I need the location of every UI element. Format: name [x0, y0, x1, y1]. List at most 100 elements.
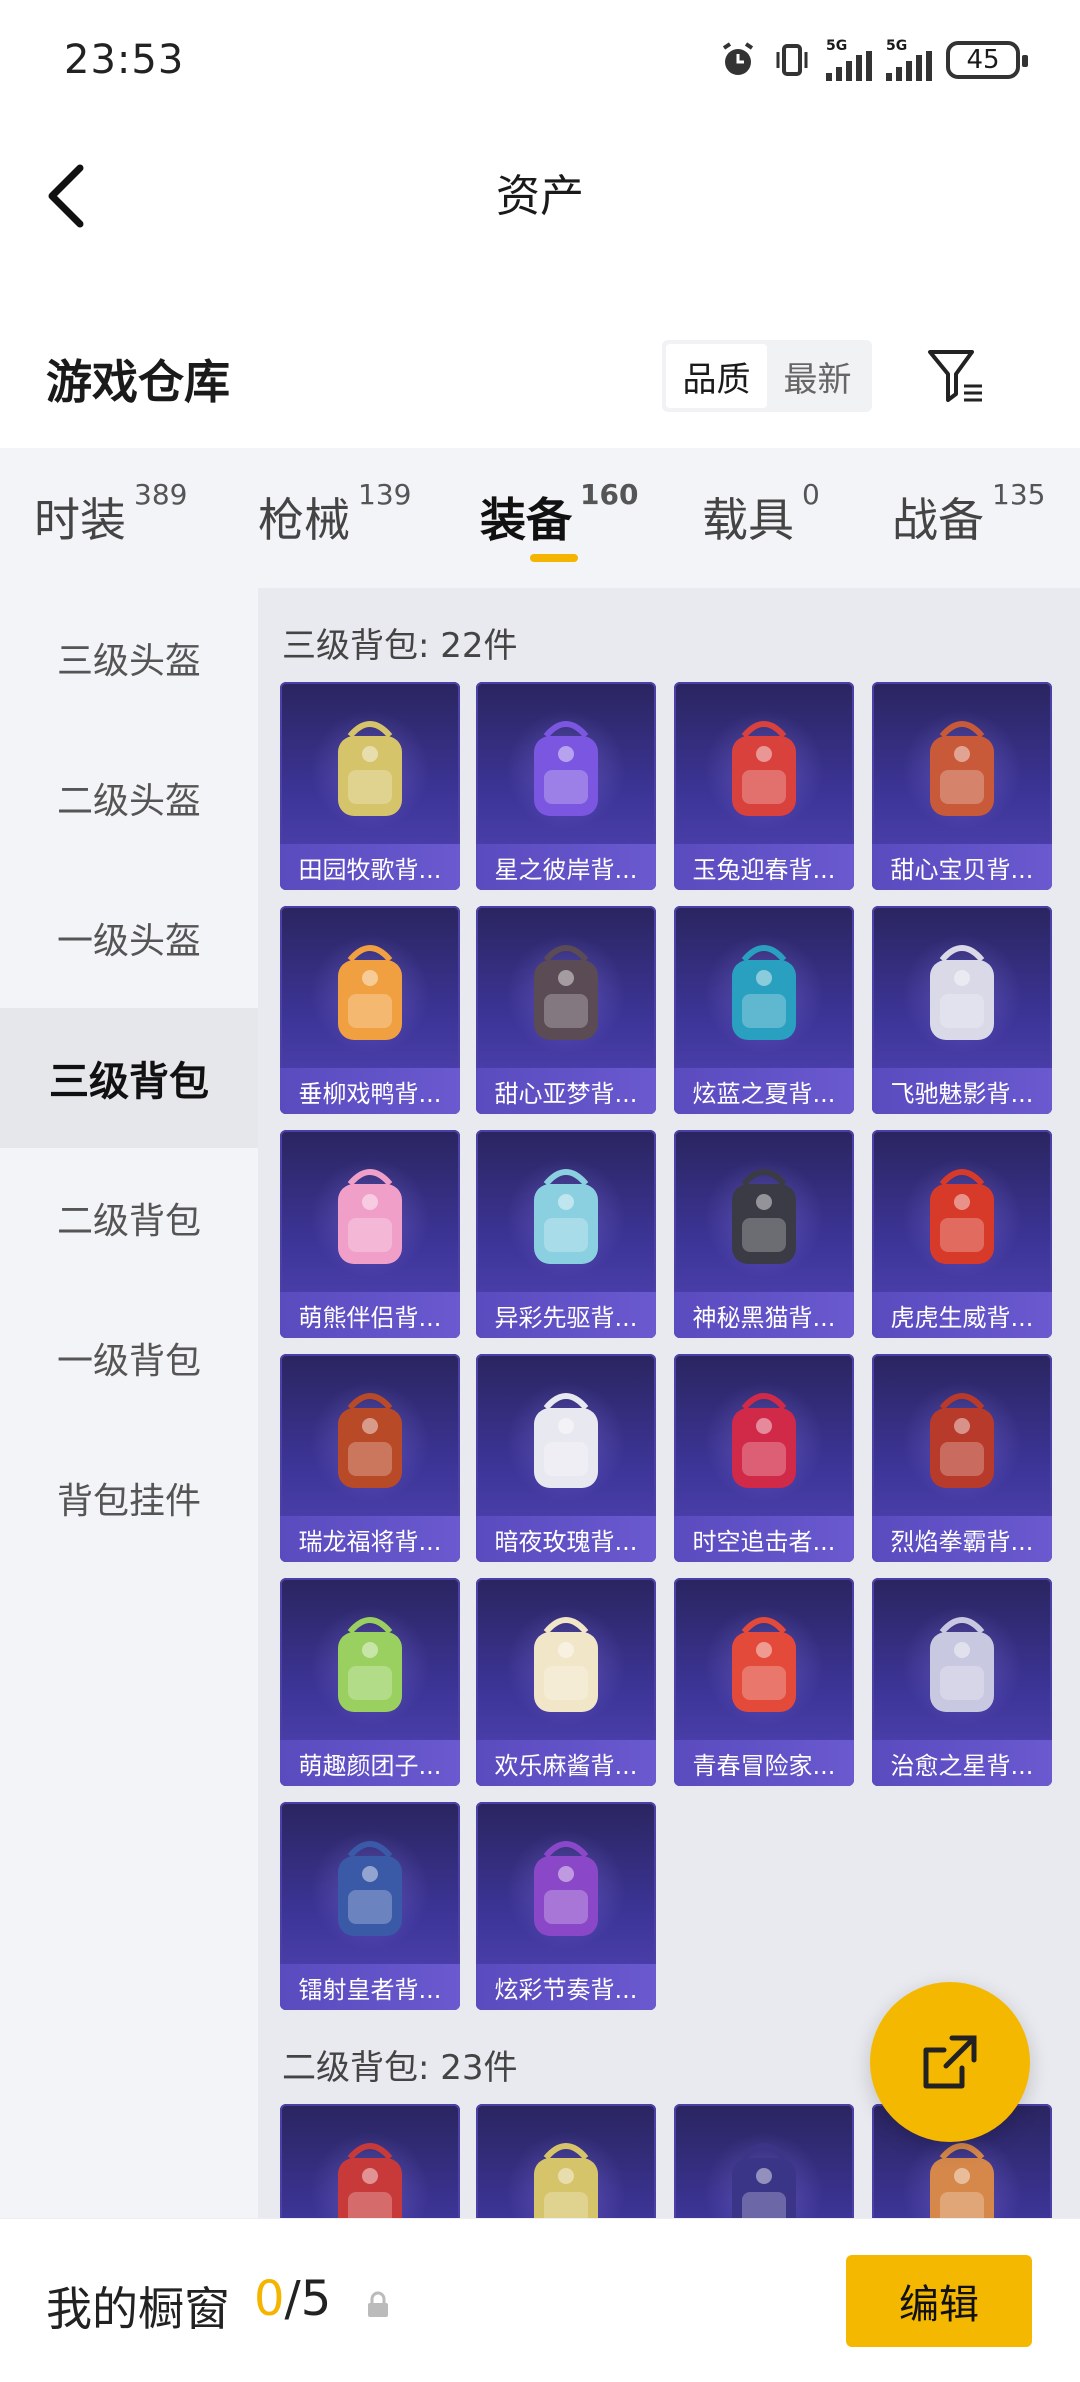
item-card[interactable]: 镭射皇者背... [280, 1802, 460, 2010]
signal-icon [886, 51, 932, 81]
tab-equipment[interactable]: 装备 160 [480, 478, 638, 550]
item-card[interactable]: 瑞龙福将背... [280, 1354, 460, 1562]
section-title-level2: 二级背包: 23件 [282, 2048, 518, 2088]
item-card[interactable]: 垂柳戏鸭背... [280, 906, 460, 1114]
status-time: 23:53 [64, 37, 185, 83]
section-title-level3: 三级背包: 22件 [282, 626, 518, 666]
item-card[interactable]: 炫蓝之夏背... [674, 906, 854, 1114]
backpack-image [930, 1617, 994, 1712]
page-title: 资产 [496, 171, 584, 222]
tab-count: 0 [802, 478, 820, 511]
tab-label: 枪械 [258, 493, 350, 547]
tab-fashion[interactable]: 时装 389 [34, 478, 187, 550]
backpack-image [930, 1393, 994, 1488]
item-card[interactable]: 甜心宝贝背... [872, 682, 1052, 890]
share-button[interactable] [870, 1982, 1030, 2142]
sidebar-item-level3-helmet[interactable]: 三级头盔 [0, 588, 258, 728]
sidebar: 三级头盔 二级头盔 一级头盔 三级背包 二级背包 一级背包 背包挂件 [0, 588, 258, 2218]
item-name: 炫彩节奏背... [476, 1964, 656, 2010]
battery-level: 45 [966, 45, 1000, 75]
item-name: 异彩先驱背... [476, 1292, 656, 1338]
backpack-image [930, 945, 994, 1040]
item-card[interactable]: 炫彩节奏背... [476, 1802, 656, 2010]
sidebar-item-level3-backpack[interactable]: 三级背包 [0, 1008, 258, 1148]
item-name: 甜心亚梦背... [476, 1068, 656, 1114]
item-card[interactable]: 萌趣颜团子... [280, 1578, 460, 1786]
backpack-image [732, 1169, 796, 1264]
item-name: 青春冒险家... [674, 1740, 854, 1786]
item-name: 飞驰魅影背... [872, 1068, 1052, 1114]
item-name: 治愈之星背... [872, 1740, 1052, 1786]
active-tab-indicator [530, 554, 578, 562]
item-card[interactable]: 飞驰魅影背... [872, 906, 1052, 1114]
sidebar-item-level2-backpack[interactable]: 二级背包 [0, 1148, 258, 1288]
sidebar-item-level1-helmet[interactable]: 一级头盔 [0, 868, 258, 1008]
backpack-image [732, 2143, 796, 2218]
item-card[interactable]: 异彩先驱背... [476, 1130, 656, 1338]
tab-label: 时装 [34, 493, 126, 547]
item-card[interactable]: 田园牧歌背... [280, 682, 460, 890]
backpack-image [930, 2143, 994, 2218]
item-name: 炫蓝之夏背... [674, 1068, 854, 1114]
backpack-image [338, 1393, 402, 1488]
sort-toggle: 品质 最新 [662, 340, 872, 412]
tab-firearms[interactable]: 枪械 139 [258, 478, 411, 550]
item-name: 瑞龙福将背... [280, 1516, 460, 1562]
filter-icon[interactable] [926, 346, 986, 406]
tab-label: 载具 [702, 493, 794, 547]
sidebar-item-level2-helmet[interactable]: 二级头盔 [0, 728, 258, 868]
item-card[interactable]: 治愈之星背... [872, 1578, 1052, 1786]
item-card[interactable]: 烈焰拳霸背... [872, 1354, 1052, 1562]
backpack-image [534, 1841, 598, 1936]
backpack-image [534, 721, 598, 816]
warehouse-title: 游戏仓库 [46, 355, 230, 409]
backpack-image [732, 1393, 796, 1488]
edit-button[interactable]: 编辑 [846, 2255, 1032, 2347]
item-card[interactable] [280, 2104, 460, 2218]
item-card[interactable]: 神秘黑猫背... [674, 1130, 854, 1338]
item-name: 镭射皇者背... [280, 1964, 460, 2010]
item-name: 虎虎生威背... [872, 1292, 1052, 1338]
item-card[interactable]: 星之彼岸背... [476, 682, 656, 890]
backpack-image [534, 1617, 598, 1712]
tab-count: 160 [580, 478, 639, 511]
tab-count: 139 [358, 478, 412, 511]
backpack-image [732, 945, 796, 1040]
backpack-image [930, 721, 994, 816]
item-card[interactable] [674, 2104, 854, 2218]
item-name: 萌趣颜团子... [280, 1740, 460, 1786]
sidebar-item-level1-backpack[interactable]: 一级背包 [0, 1288, 258, 1428]
sidebar-item-backpack-pendant[interactable]: 背包挂件 [0, 1428, 258, 1568]
item-card[interactable]: 萌熊伴侣背... [280, 1130, 460, 1338]
header: 资产 [0, 120, 1080, 260]
bottom-bar: 我的橱窗 0/5 编辑 [0, 2218, 1080, 2382]
backpack-image [732, 1617, 796, 1712]
tab-count: 389 [134, 478, 188, 511]
item-name: 暗夜玫瑰背... [476, 1516, 656, 1562]
tab-count: 135 [992, 478, 1046, 511]
item-card[interactable]: 时空追击者... [674, 1354, 854, 1562]
backpack-image [534, 1169, 598, 1264]
signal-1: 5G [826, 39, 872, 81]
backpack-image [930, 1169, 994, 1264]
item-grid: 三级背包: 22件 田园牧歌背... 星之彼岸背... 玉兔迎春背... 甜心宝贝背.… [258, 588, 1080, 2218]
battery-icon: 45 [946, 41, 1028, 79]
status-bar: 23:53 5G 5G 45 [0, 0, 1080, 120]
backpack-image [338, 1617, 402, 1712]
item-card[interactable]: 虎虎生威背... [872, 1130, 1052, 1338]
item-name: 星之彼岸背... [476, 844, 656, 890]
item-card[interactable]: 青春冒险家... [674, 1578, 854, 1786]
sort-newest-option[interactable]: 最新 [767, 344, 868, 408]
tab-vehicles[interactable]: 载具 0 [702, 478, 820, 550]
item-card[interactable]: 玉兔迎春背... [674, 682, 854, 890]
backpack-image [338, 721, 402, 816]
item-name: 欢乐麻酱背... [476, 1740, 656, 1786]
tab-supplies[interactable]: 战备 135 [892, 478, 1045, 550]
showcase-current: 0 [254, 2271, 285, 2327]
sort-quality-option[interactable]: 品质 [666, 344, 767, 408]
item-card[interactable]: 暗夜玫瑰背... [476, 1354, 656, 1562]
backpack-image [338, 2143, 402, 2218]
item-card[interactable]: 甜心亚梦背... [476, 906, 656, 1114]
item-card[interactable]: 欢乐麻酱背... [476, 1578, 656, 1786]
item-card[interactable] [476, 2104, 656, 2218]
